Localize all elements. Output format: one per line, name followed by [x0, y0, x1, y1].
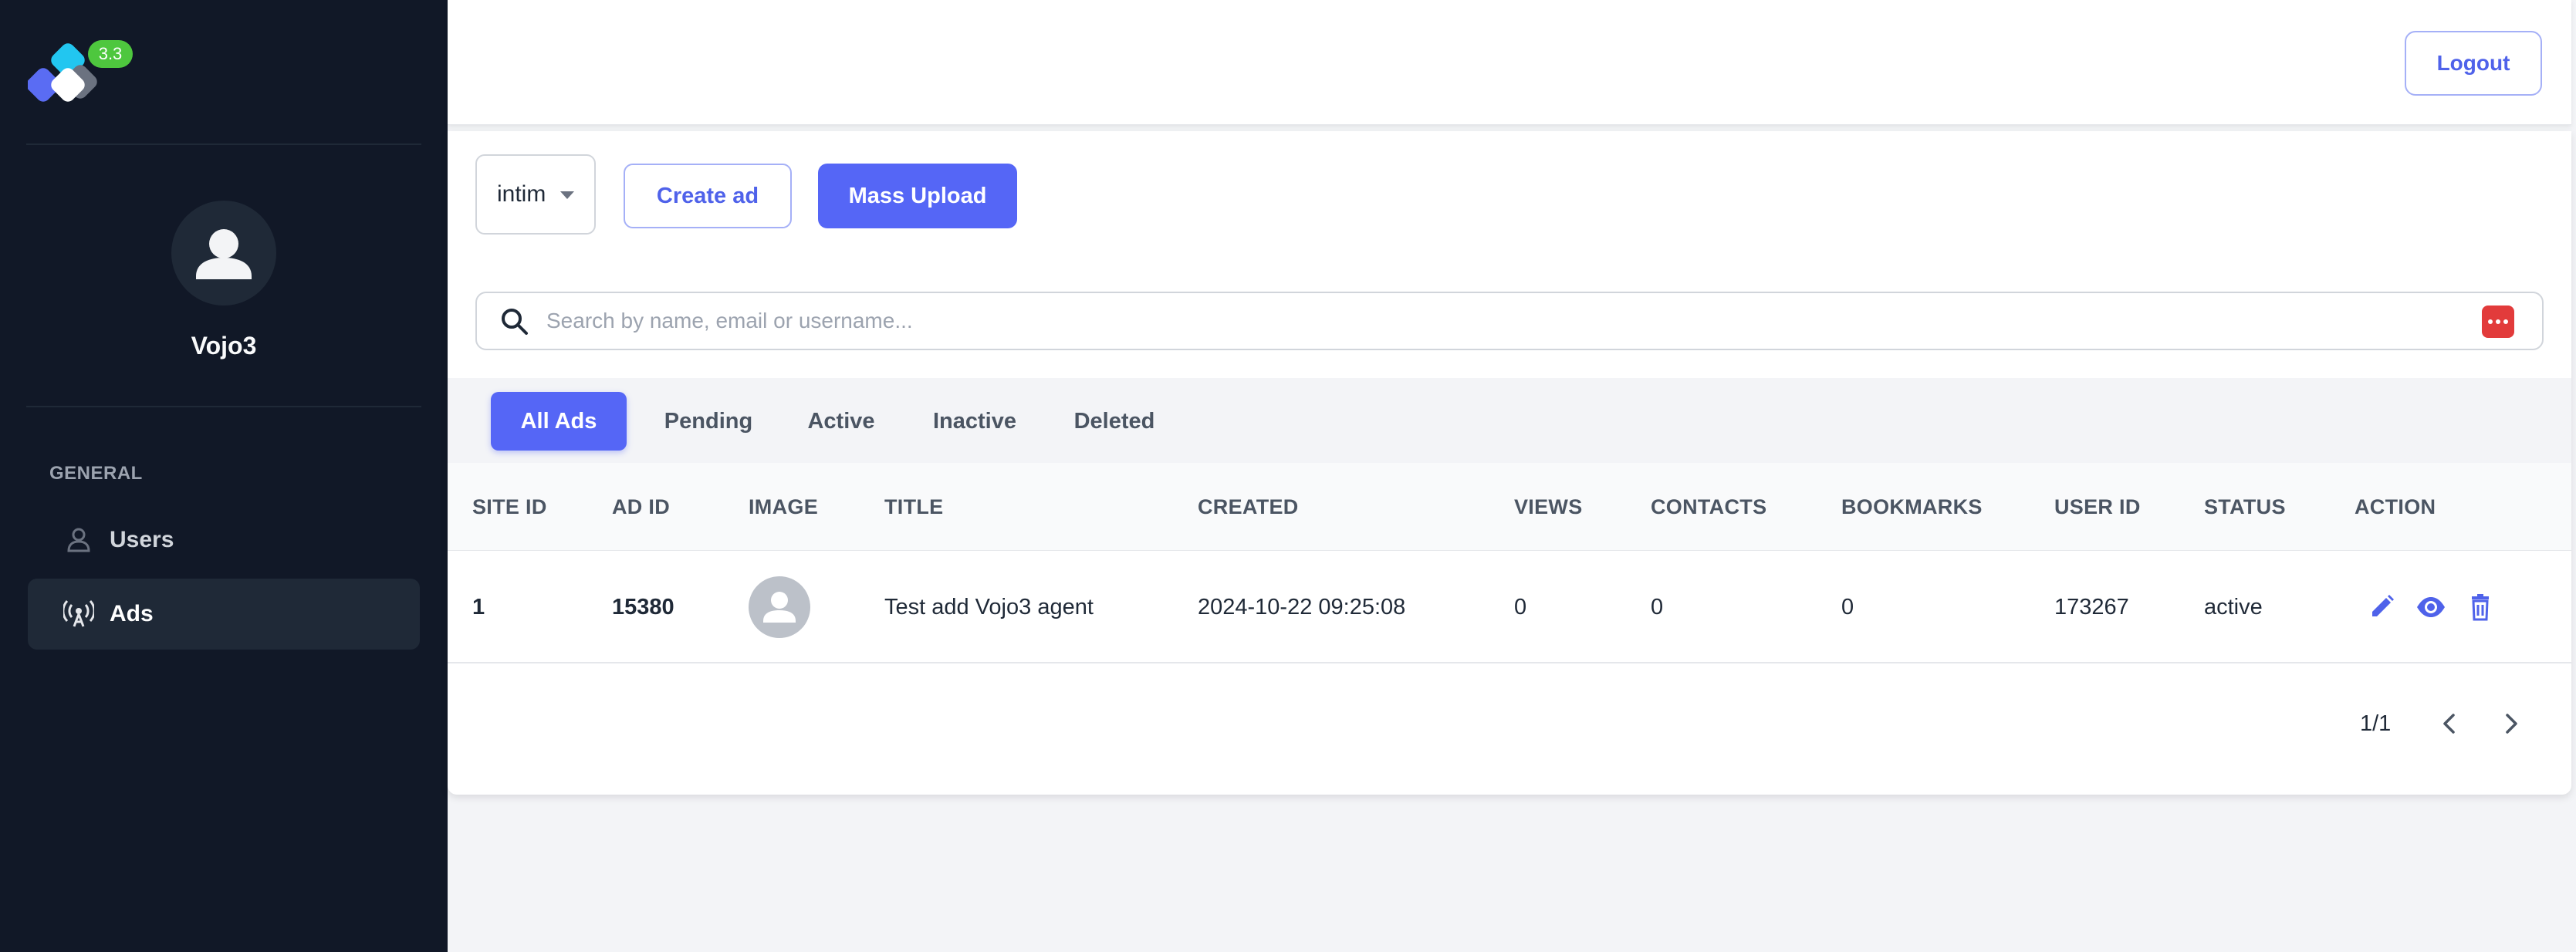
create-ad-button[interactable]: Create ad: [624, 164, 792, 228]
tab-all-ads[interactable]: All Ads: [491, 392, 627, 451]
view-eye-icon[interactable]: [2415, 592, 2446, 623]
column-header[interactable]: STATUS: [2204, 463, 2286, 551]
sidebar-item-ads[interactable]: Ads: [28, 579, 420, 650]
broadcast-antenna-icon: [63, 599, 94, 630]
column-header[interactable]: SITE ID: [472, 463, 547, 551]
cell-contacts: 0: [1651, 595, 1664, 619]
sidebar: 3.3 Vojo3 GENERAL Users Ads: [0, 0, 448, 952]
ad-image-placeholder: [749, 576, 810, 638]
cell-title: Test add Vojo3 agent: [884, 595, 1094, 619]
cell-user-id: 173267: [2054, 595, 2129, 619]
search-bar: [475, 292, 2544, 350]
table-row[interactable]: 1 15380 Test add Vojo3 agent 2024-10-22 …: [448, 551, 2571, 663]
cell-created: 2024-10-22 09:25:08: [1198, 595, 1406, 619]
column-header[interactable]: TITLE: [884, 463, 944, 551]
cell-site-id: 1: [472, 595, 485, 619]
nav-section-label: GENERAL: [49, 463, 143, 484]
chevron-left-icon[interactable]: [2434, 708, 2465, 739]
caret-down-icon: [560, 191, 574, 199]
delete-trash-icon[interactable]: [2465, 592, 2496, 623]
column-header[interactable]: CREATED: [1198, 463, 1299, 551]
version-badge: 3.3: [88, 40, 133, 68]
sidebar-divider: [26, 143, 421, 145]
column-header[interactable]: BOOKMARKS: [1841, 463, 1983, 551]
cell-views: 0: [1514, 595, 1527, 619]
column-header[interactable]: VIEWS: [1514, 463, 1583, 551]
edit-pencil-icon[interactable]: [2366, 592, 2397, 623]
tab-active[interactable]: Active: [787, 392, 895, 451]
cell-status: active: [2204, 595, 2263, 619]
password-manager-icon[interactable]: [2482, 306, 2514, 338]
profile-avatar: [171, 201, 276, 306]
profile-name: Vojo3: [191, 332, 257, 360]
logout-button[interactable]: Logout: [2405, 31, 2542, 96]
table-header: SITE ID AD ID IMAGE TITLE CREATED VIEWS …: [448, 463, 2571, 551]
tab-deleted[interactable]: Deleted: [1054, 392, 1175, 451]
site-select-value: intim: [497, 181, 546, 207]
column-header[interactable]: USER ID: [2054, 463, 2141, 551]
search-icon: [499, 306, 531, 338]
column-header[interactable]: CONTACTS: [1651, 463, 1766, 551]
sidebar-divider: [26, 406, 421, 407]
tab-inactive[interactable]: Inactive: [911, 392, 1039, 451]
column-header[interactable]: AD ID: [612, 463, 670, 551]
search-input[interactable]: [546, 301, 2429, 341]
cell-bookmarks: 0: [1841, 595, 1854, 619]
cell-ad-id: 15380: [612, 595, 674, 619]
sidebar-item-label: Users: [110, 527, 174, 552]
chevron-right-icon[interactable]: [2496, 708, 2527, 739]
mass-upload-button[interactable]: Mass Upload: [818, 164, 1017, 228]
sidebar-item-label: Ads: [110, 601, 154, 626]
user-icon: [196, 229, 252, 279]
top-bar: Logout: [448, 0, 2571, 125]
user-icon: [763, 592, 796, 623]
tab-pending[interactable]: Pending: [645, 392, 772, 451]
column-header: ACTION: [2355, 495, 2436, 518]
ads-panel: intim Create ad Mass Upload All Ads Pend…: [448, 131, 2571, 795]
site-select[interactable]: intim: [475, 154, 596, 235]
sidebar-item-users[interactable]: Users: [28, 505, 420, 576]
pagination-indicator: 1/1: [2360, 711, 2392, 736]
column-header[interactable]: IMAGE: [749, 463, 818, 551]
status-tabs: All Ads Pending Active Inactive Deleted: [448, 378, 2571, 463]
user-outline-icon: [63, 525, 94, 555]
app-logo[interactable]: 3.3: [26, 40, 144, 110]
